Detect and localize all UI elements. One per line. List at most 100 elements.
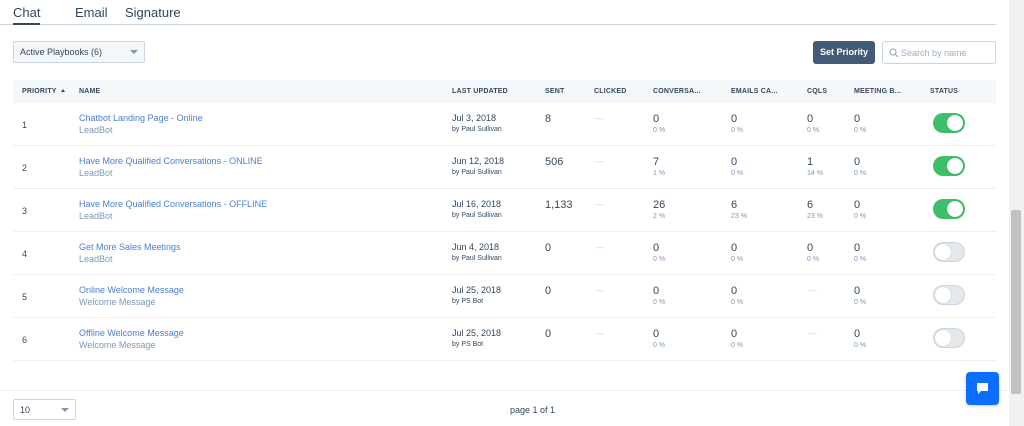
updated-by: by Paul Sullivan [452,255,502,262]
tab-email[interactable]: Email [75,5,108,20]
updated-date: Jun 4, 2018 [452,242,500,252]
emails-value: 0 [731,328,738,340]
meetings-value: 0 [854,113,861,125]
clicked-value: — [595,242,604,252]
table-row: 4 Get More Sales Meetings LeadBot Jun 4,… [13,232,996,275]
playbook-name-link[interactable]: Get More Sales Meetings [79,242,181,252]
page-size-value: 10 [20,405,31,415]
conversations-percent: 0 % [653,342,666,349]
sort-ascending-icon [60,89,65,92]
search-input[interactable] [901,45,991,60]
conversations-percent: 0 % [653,299,666,306]
clicked-value: — [595,113,604,123]
meetings-percent: 0 % [854,127,867,134]
scrollbar-thumb[interactable] [1011,210,1021,394]
playbook-name-link[interactable]: Chatbot Landing Page - Online [79,113,203,123]
updated-date: Jul 25, 2018 [452,285,502,295]
status-toggle[interactable] [933,199,965,219]
cqls-value: 0 [807,242,814,254]
header-meetings-booked[interactable]: MEETING B... [854,88,901,95]
set-priority-button[interactable]: Set Priority [813,41,875,64]
chat-bubble-icon [977,383,988,394]
meetings-percent: 0 % [854,256,867,263]
status-toggle[interactable] [933,285,965,305]
header-conversations[interactable]: CONVERSA... [653,88,701,95]
conversations-value: 0 [653,113,660,125]
header-clicked[interactable]: CLICKED [594,88,627,95]
conversations-value: 0 [653,242,660,254]
playbook-name-link[interactable]: Offline Welcome Message [79,328,184,338]
row-priority: 1 [22,120,28,130]
cqls-value: 6 [807,199,814,211]
header-priority-label: PRIORITY [22,88,57,95]
updated-by: by PS Bot [452,341,484,348]
sent-value: 0 [545,285,552,297]
cqls-percent: 23 % [807,213,823,220]
cqls-percent: 14 % [807,170,823,177]
cqls-value: 0 [807,113,814,125]
status-toggle[interactable] [933,328,965,348]
conversations-percent: 1 % [653,170,666,177]
meetings-value: 0 [854,328,861,340]
header-emails-captured[interactable]: EMAILS CA... [731,88,778,95]
header-sent[interactable]: SENT [545,88,564,95]
playbook-name-link[interactable]: Have More Qualified Conversations - ONLI… [79,156,263,166]
conversations-percent: 0 % [653,256,666,263]
toggle-knob [947,158,963,174]
sent-value: 506 [545,156,564,168]
emails-value: 0 [731,156,738,168]
chevron-down-icon [130,50,138,54]
table-header: PRIORITY NAME LAST UPDATED SENT CLICKED … [13,80,996,103]
chat-launcher-button[interactable] [966,372,999,405]
header-name[interactable]: NAME [79,88,100,95]
updated-date: Jul 25, 2018 [452,328,502,338]
page-info: page 1 of 1 [510,405,556,415]
sent-value: 0 [545,328,552,340]
emails-percent: 0 % [731,256,744,263]
sent-value: 0 [545,242,552,254]
conversations-value: 0 [653,328,660,340]
row-priority: 4 [22,249,28,259]
playbook-type: LeadBot [79,168,113,178]
conversations-value: 0 [653,285,660,297]
updated-date: Jun 12, 2018 [452,156,505,166]
emails-percent: 0 % [731,299,744,306]
header-priority[interactable]: PRIORITY [22,88,65,95]
page-size-dropdown[interactable]: 10 [13,399,76,420]
table-row: 2 Have More Qualified Conversations - ON… [13,146,996,189]
cqls-percent: 0 % [807,127,820,134]
clicked-value: — [595,285,604,295]
table-row: 6 Offline Welcome Message Welcome Messag… [13,318,996,361]
clicked-value: — [595,199,604,209]
search-icon [889,48,899,58]
cqls-value: — [808,328,817,338]
header-last-updated[interactable]: LAST UPDATED [452,88,508,95]
emails-value: 6 [731,199,738,211]
updated-by: by Paul Sullivan [452,169,502,176]
playbook-name-link[interactable]: Have More Qualified Conversations - OFFL… [79,199,267,209]
tab-chat[interactable]: Chat [13,5,41,25]
status-toggle[interactable] [933,242,965,262]
updated-by: by Paul Sullivan [452,212,502,219]
playbook-filter-dropdown[interactable]: Active Playbooks (6) [13,41,145,63]
conversations-percent: 0 % [653,127,666,134]
page-scrollbar[interactable] [1009,0,1024,426]
meetings-value: 0 [854,242,861,254]
status-toggle[interactable] [933,113,965,133]
playbook-name-link[interactable]: Online Welcome Message [79,285,184,295]
toggle-knob [947,115,963,131]
playbook-filter-value: Active Playbooks (6) [20,47,103,57]
meetings-value: 0 [854,199,861,211]
header-cqls[interactable]: CQLS [807,88,827,95]
emails-value: 0 [731,285,738,297]
header-status[interactable]: STATUS [930,88,958,95]
row-priority: 3 [22,206,28,216]
emails-value: 0 [731,113,738,125]
sent-value: 8 [545,113,552,125]
status-toggle[interactable] [933,156,965,176]
row-priority: 5 [22,292,28,302]
toggle-knob [935,330,951,346]
emails-percent: 0 % [731,170,744,177]
tab-signature[interactable]: Signature [125,5,181,20]
emails-percent: 23 % [731,213,747,220]
